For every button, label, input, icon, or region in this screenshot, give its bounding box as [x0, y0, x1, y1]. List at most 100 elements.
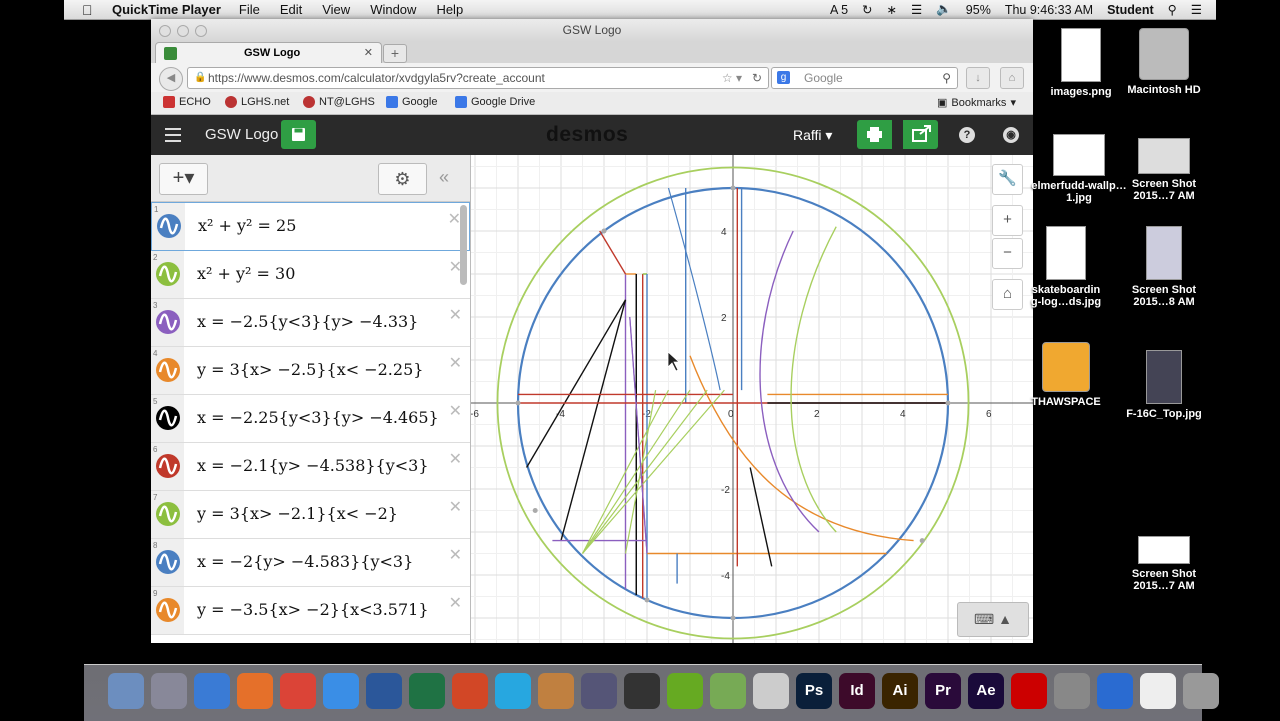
desktop-icon-f16c[interactable]: F-16C_Top.jpg	[1118, 350, 1210, 420]
dock-icon-safari[interactable]	[194, 673, 230, 709]
print-button[interactable]	[857, 120, 892, 149]
desktop-icon-macintosh-hd[interactable]: Macintosh HD	[1118, 28, 1210, 96]
wifi-icon[interactable]: ☰	[911, 2, 922, 17]
graph-style-icon[interactable]	[156, 262, 180, 286]
bookmark-star-icon[interactable]: ☆ ▾	[722, 68, 742, 88]
expression-latex[interactable]: x² + y² = 30	[197, 264, 295, 283]
globe-icon[interactable]: ◉	[1003, 127, 1019, 143]
expression-row[interactable]: 5 x = −2.25{y<3}{y> −4.465} ✕	[151, 395, 470, 443]
tab-gsw-logo[interactable]: GSW Logo ✕	[155, 42, 382, 64]
expression-scrollbar[interactable]	[460, 205, 467, 285]
delete-expression-icon[interactable]: ✕	[449, 593, 462, 613]
reload-icon[interactable]: ↻	[752, 68, 762, 88]
bluetooth-icon[interactable]: ∗	[887, 2, 897, 17]
dock-icon-chrome[interactable]	[280, 673, 316, 709]
expression-row[interactable]: 3 x = −2.5{y<3}{y> −4.33} ✕	[151, 299, 470, 347]
bookmark-google-drive[interactable]: Google Drive	[455, 96, 535, 108]
graph-style-icon[interactable]	[156, 598, 180, 622]
dock-icon-final-cut[interactable]	[624, 673, 660, 709]
wrench-icon[interactable]: 🔧	[992, 164, 1023, 195]
expression-number[interactable]: 4	[151, 347, 184, 394]
dock-icon-firefox[interactable]	[237, 673, 273, 709]
expression-row[interactable]: 6 x = −2.1{y> −4.538}{y<3} ✕	[151, 443, 470, 491]
bookmark-lghs[interactable]: LGHS.net	[225, 96, 289, 108]
graph-style-icon[interactable]	[156, 502, 180, 526]
hamburger-menu-icon[interactable]	[165, 128, 181, 142]
delete-expression-icon[interactable]: ✕	[449, 401, 462, 421]
expression-number[interactable]: 6	[151, 443, 184, 490]
expression-latex[interactable]: y = −3.5{x> −2}{x<3.571}	[197, 600, 429, 619]
expression-latex[interactable]: x = −2.25{y<3}{y> −4.465}	[197, 408, 439, 427]
user-menu[interactable]: Student	[1107, 3, 1154, 17]
collapse-panel-icon[interactable]: «	[439, 167, 449, 188]
graph-paper[interactable]: -6-4-2024642-2-4 🔧 + − ⌂ ⌨ ▲	[471, 155, 1033, 643]
user-menu[interactable]: Raffi ▾	[793, 127, 832, 144]
dock-icon-ps[interactable]: Ps	[796, 673, 832, 709]
expression-number[interactable]: 2	[151, 251, 184, 298]
apple-menu-icon[interactable]: 	[82, 2, 100, 18]
dock-icon-ae[interactable]: Ae	[968, 673, 1004, 709]
expression-latex[interactable]: x² + y² = 25	[198, 216, 296, 235]
menu-edit[interactable]: Edit	[280, 2, 302, 17]
expression-row[interactable]: 7 y = 3{x> −2.1}{x< −2} ✕	[151, 491, 470, 539]
desktop-icon-screenshot-1[interactable]: Screen Shot 2015…7 AM	[1118, 138, 1210, 202]
dock-icon-excel[interactable]	[409, 673, 445, 709]
expression-number[interactable]: 9	[151, 587, 184, 634]
delete-expression-icon[interactable]: ✕	[449, 497, 462, 517]
menu-help[interactable]: Help	[436, 2, 463, 17]
clock[interactable]: Thu 9:46:33 AM	[1005, 3, 1093, 17]
graph-style-icon[interactable]	[156, 310, 180, 334]
dock-icon-trash[interactable]	[1183, 673, 1219, 709]
expression-row[interactable]: 1 x² + y² = 25 ✕	[151, 202, 470, 251]
app-menu[interactable]: QuickTime Player	[112, 2, 221, 17]
desktop-icon-screenshot-2[interactable]: Screen Shot 2015…8 AM	[1118, 226, 1210, 308]
home-button[interactable]: ⌂	[1000, 67, 1024, 89]
delete-expression-icon[interactable]: ✕	[449, 353, 462, 373]
expression-latex[interactable]: y = 3{x> −2.1}{x< −2}	[197, 504, 398, 523]
search-input[interactable]: g Google ⚲	[771, 67, 958, 89]
expression-number[interactable]: 8	[151, 539, 184, 586]
expression-row[interactable]: 4 y = 3{x> −2.5}{x< −2.25} ✕	[151, 347, 470, 395]
zoom-in-button[interactable]: +	[992, 205, 1023, 236]
zoom-window-button[interactable]	[195, 25, 207, 37]
expression-latex[interactable]: x = −2{y> −4.583}{y<3}	[197, 552, 413, 571]
graph-style-icon[interactable]	[157, 214, 181, 238]
spotlight-icon[interactable]: ⚲	[1168, 2, 1177, 17]
save-button[interactable]	[281, 120, 316, 149]
dock-icon-iphoto[interactable]	[581, 673, 617, 709]
dock-icon-pr[interactable]: Pr	[925, 673, 961, 709]
back-button[interactable]: ◀	[159, 67, 183, 91]
close-tab-icon[interactable]: ✕	[364, 43, 373, 64]
expression-row[interactable]: 8 x = −2{y> −4.583}{y<3} ✕	[151, 539, 470, 587]
url-bar[interactable]: 🔒 https://www.desmos.com/calculator/xvdg…	[187, 67, 769, 89]
delete-expression-icon[interactable]: ✕	[448, 209, 461, 229]
dock-icon-preferences[interactable]	[1054, 673, 1090, 709]
menu-view[interactable]: View	[322, 2, 350, 17]
graph-title[interactable]: GSW Logo	[205, 126, 278, 143]
home-zoom-icon[interactable]: ⌂	[992, 279, 1023, 310]
share-button[interactable]	[903, 120, 938, 149]
dock-icon-acrobat[interactable]	[1011, 673, 1047, 709]
gear-icon[interactable]: ⚙	[378, 163, 427, 195]
delete-expression-icon[interactable]: ✕	[449, 305, 462, 325]
add-expression-button[interactable]: +▾	[159, 163, 208, 195]
keyboard-toggle-button[interactable]: ⌨ ▲	[957, 602, 1029, 637]
expression-number[interactable]: 3	[151, 299, 184, 346]
dock-icon-quicktime[interactable]	[1097, 673, 1133, 709]
expression-latex[interactable]: y = 3{x> −2.5}{x< −2.25}	[197, 360, 423, 379]
dock-icon-preview[interactable]	[538, 673, 574, 709]
desktop-icon-screenshot-3[interactable]: Screen Shot 2015…7 AM	[1118, 536, 1210, 592]
dock-icon-documents[interactable]	[1140, 673, 1176, 709]
expression-latex[interactable]: x = −2.1{y> −4.538}{y<3}	[197, 456, 429, 475]
help-icon[interactable]: ?	[959, 127, 975, 143]
dock-icon-gimp[interactable]	[710, 673, 746, 709]
bookmark-echo[interactable]: ECHO	[163, 96, 211, 108]
delete-expression-icon[interactable]: ✕	[449, 545, 462, 565]
expression-row[interactable]: 9 y = −3.5{x> −2}{x<3.571} ✕	[151, 587, 470, 635]
desktop-icon-images[interactable]: images.png	[1033, 28, 1129, 98]
volume-icon[interactable]: 🔈	[936, 2, 952, 17]
battery-status[interactable]: 95%	[966, 3, 991, 17]
zoom-out-button[interactable]: −	[992, 238, 1023, 269]
delete-expression-icon[interactable]: ✕	[449, 449, 462, 469]
desktop-icon-thawspace[interactable]: THAWSPACE	[1030, 342, 1102, 408]
